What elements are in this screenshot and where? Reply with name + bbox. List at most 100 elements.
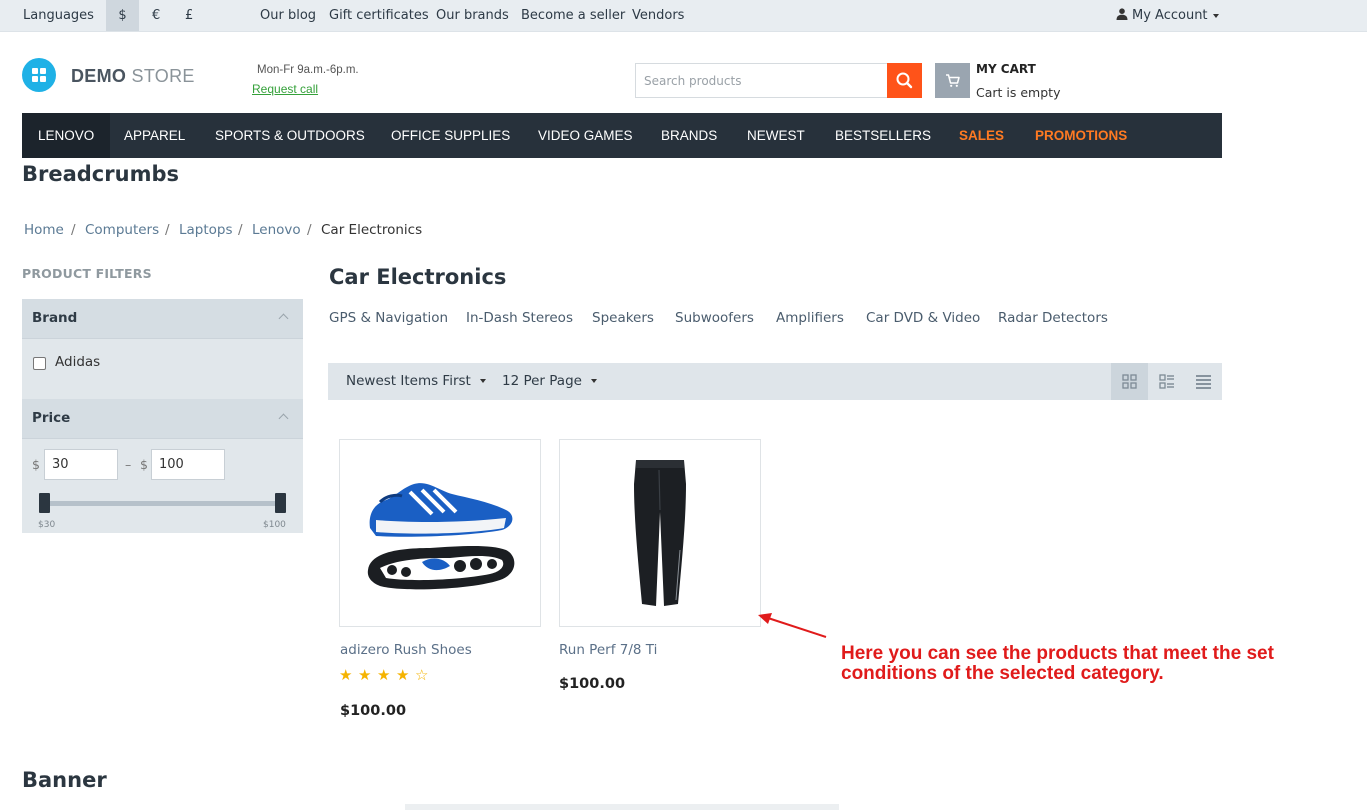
breadcrumb-current: Car Electronics	[321, 222, 423, 238]
cart-status: Cart is empty	[976, 85, 1061, 100]
star-filled-icon: ★	[396, 666, 410, 684]
languages-dropdown[interactable]: Languages	[23, 0, 94, 31]
chevron-up-icon	[278, 313, 289, 324]
slider-max-label: $100	[263, 520, 286, 530]
brand-adidas-label[interactable]: Adidas	[55, 354, 100, 370]
product-name[interactable]: Run Perf 7/8 Ti	[559, 642, 657, 658]
my-account-dropdown[interactable]: My Account	[1116, 0, 1219, 31]
range-separator: –	[125, 457, 132, 472]
product-filters-title: PRODUCT FILTERS	[22, 266, 152, 281]
product-card-image[interactable]	[339, 439, 541, 627]
list-view-button[interactable]	[1148, 363, 1185, 400]
product-name[interactable]: adizero Rush Shoes	[340, 642, 472, 658]
caret-down-icon	[590, 379, 597, 383]
top-bar: Languages $ € £ Our blog Gift certificat…	[0, 0, 1367, 32]
star-filled-icon: ★	[358, 666, 372, 684]
compact-list-icon	[1196, 375, 1211, 389]
chevron-up-icon	[278, 413, 289, 424]
filters-panel: Brand Adidas Price $ – $ $30 $100	[22, 299, 303, 533]
currency-symbol: $	[140, 457, 148, 472]
grid-view-icon	[1122, 374, 1137, 389]
brand-filter-header[interactable]: Brand	[22, 299, 303, 339]
price-slider-max-handle[interactable]	[275, 493, 286, 513]
my-cart-title[interactable]: MY CART	[976, 62, 1036, 76]
price-filter-header[interactable]: Price	[22, 399, 303, 439]
price-slider-min-handle[interactable]	[39, 493, 50, 513]
running-tights-image	[634, 460, 686, 606]
link-gift-certificates[interactable]: Gift certificates	[329, 0, 429, 31]
link-vendors[interactable]: Vendors	[632, 0, 684, 31]
main-navigation: LENOVO APPAREL SPORTS & OUTDOORS OFFICE …	[22, 113, 1222, 158]
subcategory-subwoofers[interactable]: Subwoofers	[675, 310, 754, 326]
product-price: $100.00	[559, 676, 626, 692]
subcategory-gps-navigation[interactable]: GPS & Navigation	[329, 310, 448, 326]
price-max-input[interactable]	[151, 449, 225, 480]
brand-adidas-checkbox[interactable]	[33, 357, 46, 370]
link-our-brands[interactable]: Our brands	[436, 0, 509, 31]
breadcrumb-separator: /	[71, 222, 76, 238]
search-input[interactable]	[635, 63, 887, 98]
per-page-label: 12 Per Page	[502, 373, 582, 389]
caret-down-icon	[479, 379, 486, 383]
nav-item-lenovo[interactable]: LENOVO	[22, 113, 111, 158]
currency-usd[interactable]: $	[106, 0, 139, 31]
brand-filter-title: Brand	[32, 310, 78, 326]
running-shoes-image	[367, 483, 515, 590]
slider-min-label: $30	[38, 520, 56, 530]
compact-list-view-button[interactable]	[1185, 363, 1222, 400]
link-become-seller[interactable]: Become a seller	[521, 0, 625, 31]
subcategory-speakers[interactable]: Speakers	[592, 310, 654, 326]
nav-item-bestsellers[interactable]: BESTSELLERS	[819, 113, 947, 158]
request-call-link[interactable]: Request call	[252, 82, 318, 96]
subcategory-in-dash-stereos[interactable]: In-Dash Stereos	[466, 310, 573, 326]
price-min-input[interactable]	[44, 449, 118, 480]
breadcrumb-separator: /	[307, 222, 312, 238]
currency-gbp[interactable]: £	[185, 0, 193, 31]
nav-item-newest[interactable]: NEWEST	[731, 113, 821, 158]
cart-button[interactable]	[935, 63, 970, 98]
sort-label: Newest Items First	[346, 373, 471, 389]
breadcrumb-separator: /	[238, 222, 243, 238]
working-hours: Mon-Fr 9a.m.-6p.m.	[257, 64, 359, 76]
logo-text[interactable]: DEMO STORE	[71, 66, 195, 87]
sort-dropdown[interactable]: Newest Items First	[346, 373, 486, 389]
user-icon	[1116, 8, 1128, 20]
breadcrumb-home[interactable]: Home	[24, 222, 64, 238]
breadcrumb-separator: /	[165, 222, 170, 238]
logo-icon[interactable]	[22, 58, 56, 92]
caret-down-icon	[1212, 13, 1219, 18]
subcategory-amplifiers[interactable]: Amplifiers	[776, 310, 844, 326]
star-filled-icon: ★	[339, 666, 353, 684]
star-empty-icon: ☆	[415, 666, 429, 684]
per-page-dropdown[interactable]: 12 Per Page	[502, 373, 597, 389]
search-button[interactable]	[887, 63, 922, 98]
my-account-label: My Account	[1132, 8, 1208, 23]
product-price: $100.00	[340, 703, 407, 719]
price-slider-track[interactable]	[44, 501, 281, 506]
subcategory-radar-detectors[interactable]: Radar Detectors	[998, 310, 1108, 326]
nav-item-sales[interactable]: SALES	[943, 113, 1020, 158]
subcategory-car-dvd-video[interactable]: Car DVD & Video	[866, 310, 980, 326]
category-title: Car Electronics	[329, 265, 507, 289]
star-filled-icon: ★	[377, 666, 391, 684]
nav-item-apparel[interactable]: APPAREL	[108, 113, 201, 158]
annotation-text: Here you can see the products that meet …	[841, 643, 1274, 684]
annotation-arrow	[758, 613, 827, 638]
breadcrumb-lenovo[interactable]: Lenovo	[252, 222, 301, 238]
grid-view-button[interactable]	[1111, 363, 1148, 400]
nav-item-office-supplies[interactable]: OFFICE SUPPLIES	[375, 113, 526, 158]
breadcrumb-laptops[interactable]: Laptops	[179, 222, 233, 238]
currency-symbol: $	[32, 457, 40, 472]
banner-block-title: Banner	[22, 768, 107, 792]
nav-item-brands[interactable]: BRANDS	[645, 113, 733, 158]
nav-item-promotions[interactable]: PROMOTIONS	[1019, 113, 1143, 158]
nav-item-sports-outdoors[interactable]: SPORTS & OUTDOORS	[199, 113, 381, 158]
breadcrumb-computers[interactable]: Computers	[85, 222, 159, 238]
product-card-image[interactable]	[559, 439, 761, 627]
currency-eur[interactable]: €	[152, 0, 160, 31]
nav-item-video-games[interactable]: VIDEO GAMES	[522, 113, 649, 158]
search-icon	[896, 72, 913, 89]
banner-placeholder	[405, 804, 839, 810]
breadcrumbs-block-title: Breadcrumbs	[22, 162, 179, 186]
link-our-blog[interactable]: Our blog	[260, 0, 316, 31]
